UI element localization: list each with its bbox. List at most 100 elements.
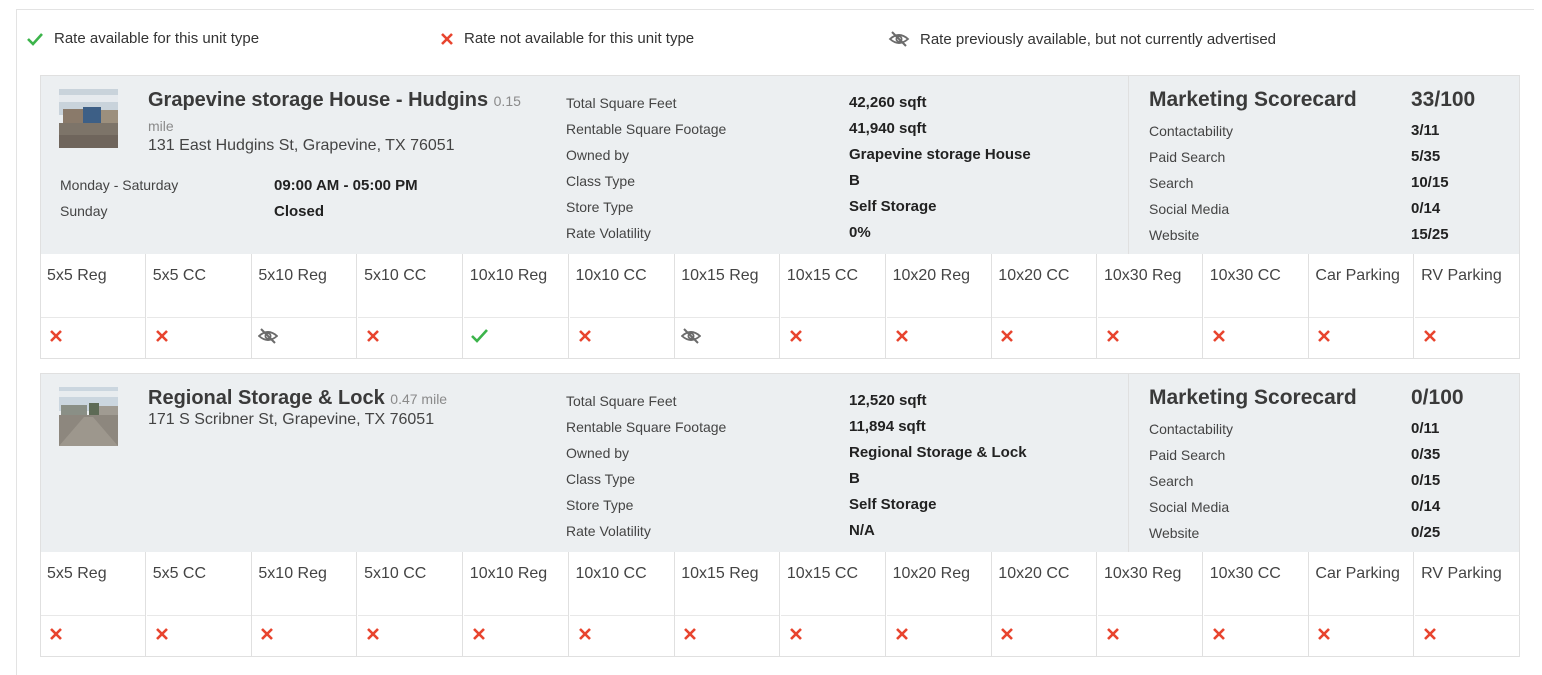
store-header: Regional Storage & Lock 0.47 mile 171 S … bbox=[41, 374, 1519, 552]
store-photo[interactable] bbox=[59, 89, 118, 148]
info-label: Rate Volatility bbox=[566, 523, 651, 539]
cross-icon bbox=[1318, 628, 1331, 640]
unit-type-column: RV Parking bbox=[1415, 254, 1521, 358]
cross-icon bbox=[472, 628, 485, 640]
unit-type-column: 5x10 CC bbox=[358, 552, 464, 656]
cross-icon bbox=[1107, 330, 1119, 342]
unit-type-column: 10x30 Reg bbox=[1098, 254, 1203, 358]
unit-type-label: RV Parking bbox=[1415, 552, 1521, 616]
unit-type-column: 5x10 Reg bbox=[252, 254, 358, 358]
unit-rate-grid: 5x5 Reg 5x5 CC 5x10 Reg 5x10 CC 10x10 Reg 10x… bbox=[41, 552, 1521, 656]
info-label: Rentable Square Footage bbox=[566, 419, 727, 435]
store-title: Grapevine storage House - Hudgins 0.15 m… bbox=[148, 88, 538, 138]
unit-type-label: 10x10 Reg bbox=[463, 254, 568, 318]
cross-icon bbox=[1001, 628, 1014, 640]
scorecard-value: 10/15 bbox=[1411, 174, 1449, 191]
info-value: N/A bbox=[849, 522, 875, 539]
scorecard-value: 3/11 bbox=[1411, 122, 1440, 139]
cross-icon bbox=[789, 628, 802, 640]
unit-type-column: 10x20 Reg bbox=[886, 552, 992, 656]
scorecard-label: Website bbox=[1149, 525, 1200, 541]
info-label: Owned by bbox=[566, 445, 630, 461]
scorecard-total: 33/100 bbox=[1411, 88, 1476, 111]
info-label: Total Square Feet bbox=[566, 393, 677, 409]
unit-type-label: 5x10 CC bbox=[358, 552, 463, 616]
unit-type-column: 10x10 Reg bbox=[463, 552, 569, 656]
unit-type-column: Car Parking bbox=[1309, 254, 1415, 358]
unit-type-label: 10x20 CC bbox=[992, 254, 1097, 318]
unit-type-label: 10x15 Reg bbox=[675, 552, 780, 616]
cross-icon bbox=[1424, 330, 1437, 342]
unit-type-label: 10x20 Reg bbox=[886, 552, 991, 616]
unit-type-column: 10x20 CC bbox=[992, 254, 1098, 358]
info-label: Rate Volatility bbox=[566, 225, 651, 241]
scorecard-value: 0/11 bbox=[1411, 420, 1440, 437]
scorecard-label: Contactability bbox=[1149, 421, 1234, 437]
info-label: Class Type bbox=[566, 471, 635, 487]
scorecard-label: Contactability bbox=[1149, 123, 1234, 139]
store-card: Grapevine storage House - Hudgins 0.15 m… bbox=[40, 75, 1521, 359]
info-value: 12,520 sqft bbox=[849, 392, 927, 409]
info-value: Self Storage bbox=[849, 198, 937, 215]
unit-type-column: Car Parking bbox=[1309, 552, 1415, 656]
rate-legend: Rate available for this unit type Rate n… bbox=[26, 30, 1506, 56]
store-address: 171 S Scribner St, Grapevine, TX 76051 bbox=[148, 411, 435, 428]
cross-icon bbox=[367, 628, 380, 640]
scorecard-label: Search bbox=[1149, 473, 1194, 489]
cross-icon bbox=[684, 628, 697, 640]
unit-type-column: 10x15 CC bbox=[780, 254, 886, 358]
hours-day: Monday - Saturday bbox=[60, 177, 179, 193]
unit-type-label: 10x10 CC bbox=[569, 552, 674, 616]
unit-type-column: 10x15 Reg bbox=[675, 552, 781, 656]
hours-time: Closed bbox=[274, 203, 325, 220]
unit-type-column: RV Parking bbox=[1415, 552, 1521, 656]
store-title: Regional Storage & Lock 0.47 mile bbox=[148, 386, 538, 411]
cross-icon bbox=[367, 330, 380, 342]
unit-type-label: 10x30 CC bbox=[1203, 254, 1308, 318]
unit-type-column: 5x10 CC bbox=[358, 254, 464, 358]
unit-type-column: 5x5 CC bbox=[146, 552, 252, 656]
info-value: Self Storage bbox=[849, 496, 937, 513]
marketing-scorecard: Marketing Scorecard 33/100 Contactabilit… bbox=[1128, 76, 1520, 254]
info-label: Store Type bbox=[566, 497, 634, 513]
legend-available-label: Rate available for this unit type bbox=[54, 30, 260, 47]
unit-type-label: Car Parking bbox=[1309, 552, 1414, 616]
info-label: Total Square Feet bbox=[566, 95, 677, 111]
cross-icon bbox=[155, 628, 168, 640]
unit-type-label: 5x5 Reg bbox=[41, 254, 145, 318]
unit-type-label: 10x30 CC bbox=[1203, 552, 1308, 616]
hours-time: 09:00 AM - 05:00 PM bbox=[274, 177, 418, 194]
unit-type-label: 10x20 Reg bbox=[886, 254, 991, 318]
unit-type-column: 10x30 CC bbox=[1203, 552, 1309, 656]
unit-type-label: 10x30 Reg bbox=[1098, 552, 1202, 616]
store-name[interactable]: Regional Storage & Lock bbox=[148, 387, 385, 409]
cross-icon bbox=[578, 330, 591, 342]
info-value: 41,940 sqft bbox=[849, 120, 927, 137]
cross-icon bbox=[895, 628, 908, 640]
check-icon bbox=[470, 329, 488, 343]
unit-type-column: 10x10 Reg bbox=[463, 254, 569, 358]
unit-type-label: 10x15 Reg bbox=[675, 254, 780, 318]
marketing-scorecard: Marketing Scorecard 0/100 Contactability… bbox=[1128, 374, 1520, 552]
unit-rate-grid: 5x5 Reg 5x5 CC 5x10 Reg 5x10 CC 10x10 Reg 10x… bbox=[41, 254, 1521, 358]
unit-type-column: 10x30 Reg bbox=[1098, 552, 1203, 656]
scorecard-label: Paid Search bbox=[1149, 447, 1226, 463]
info-value: Regional Storage & Lock bbox=[849, 444, 1027, 461]
info-label: Class Type bbox=[566, 173, 635, 189]
store-photo[interactable] bbox=[59, 387, 118, 446]
check-icon bbox=[27, 32, 43, 46]
cross-icon bbox=[1212, 330, 1225, 342]
cross-icon bbox=[441, 32, 453, 45]
unit-type-label: 5x5 CC bbox=[146, 254, 251, 318]
scorecard-value: 15/25 bbox=[1411, 226, 1449, 243]
store-distance: 0.47 mile bbox=[390, 391, 448, 407]
unit-type-label: 10x15 CC bbox=[780, 254, 885, 318]
unit-type-column: 10x20 CC bbox=[992, 552, 1098, 656]
eye-slash-icon bbox=[681, 328, 702, 344]
scorecard-label: Paid Search bbox=[1149, 149, 1226, 165]
cross-icon bbox=[50, 628, 62, 640]
unit-type-column: 5x5 Reg bbox=[41, 552, 146, 656]
info-value: Grapevine storage House bbox=[849, 146, 1031, 163]
unit-type-label: 10x15 CC bbox=[780, 552, 885, 616]
store-name[interactable]: Grapevine storage House - Hudgins bbox=[148, 89, 488, 111]
